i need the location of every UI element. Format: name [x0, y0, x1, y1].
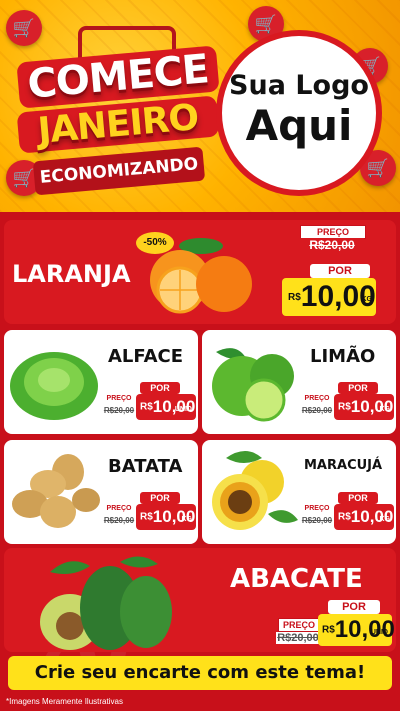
lettuce-icon	[10, 352, 98, 420]
por-label: POR	[140, 492, 180, 504]
logo-line-2: Aqui	[245, 101, 353, 150]
product-name: ABACATE	[230, 564, 363, 594]
product-card-alface: ALFACE PREÇO R$20,00 POR R$10,00 UNID	[4, 330, 198, 434]
current-price: R$10,00 KG	[136, 504, 196, 530]
old-price: R$20,00	[301, 516, 333, 525]
unit: KG	[361, 296, 373, 303]
current-price: R$10,00 UNID	[136, 394, 196, 420]
unit: KG	[181, 516, 193, 523]
product-name: MARACUJÁ	[304, 458, 383, 473]
disclaimer-text: *Imagens Meramente Ilustrativas	[6, 697, 123, 706]
call-to-action-banner[interactable]: Crie seu encarte com este tema!	[8, 656, 392, 690]
logo-placeholder: Sua Logo Aqui	[216, 30, 382, 196]
title-line-3: ECONOMIZANDO	[32, 146, 206, 196]
currency: R$	[140, 401, 153, 413]
por-label: POR	[140, 382, 180, 394]
preco-label: PREÇO	[300, 394, 334, 404]
old-price: R$20,00	[103, 406, 135, 415]
por-label: POR	[338, 382, 378, 394]
currency: R$	[288, 292, 301, 304]
preco-label: PREÇO	[300, 504, 334, 514]
product-card-maracuja: MARACUJÁ PREÇO R$20,00 POR R$10,00 KG	[202, 440, 396, 544]
product-card-laranja: LARANJA PREÇO R$20,00 POR R$10,00 KG	[4, 220, 396, 324]
old-price: R$20,00	[300, 238, 364, 252]
preco-label: PREÇO	[278, 618, 320, 632]
unit: UNID	[174, 406, 192, 413]
product-name: ALFACE	[108, 346, 184, 367]
lime-icon	[212, 348, 294, 422]
header-banner: 🛒 🛒 🛒 🛒 🛒 COMECE JANEIRO ECONOMIZANDO Su…	[0, 0, 400, 212]
unit: KG	[379, 516, 391, 523]
old-price: R$20,00	[276, 632, 320, 644]
old-price: R$20,00	[301, 406, 333, 415]
preco-label: PREÇO	[102, 504, 136, 514]
preco-label: PREÇO	[102, 394, 136, 404]
passion-fruit-icon	[212, 451, 298, 530]
product-name: LIMÃO	[310, 346, 376, 367]
currency: R$	[338, 511, 351, 523]
product-name: BATATA	[108, 456, 183, 477]
logo-line-1: Sua Logo	[229, 70, 369, 101]
preco-label: PREÇO	[300, 225, 366, 239]
product-card-limao: LIMÃO PREÇO R$20,00 POR R$10,00 KG	[202, 330, 396, 434]
old-price: R$20,00	[103, 516, 135, 525]
discount-badge: -50%	[136, 232, 174, 254]
currency: R$	[140, 511, 153, 523]
current-price: R$10,00 KG	[282, 278, 376, 316]
campaign-title: COMECE JANEIRO ECONOMIZANDO	[16, 26, 220, 196]
currency: R$	[322, 624, 335, 636]
currency: R$	[338, 401, 351, 413]
por-label: POR	[338, 492, 378, 504]
avocado-icon	[40, 556, 172, 650]
por-label: POR	[310, 264, 370, 278]
product-card-batata: BATATA PREÇO R$20,00 POR R$10,00 KG	[4, 440, 198, 544]
unit: UNID	[370, 629, 388, 636]
current-price: R$10,00 KG	[334, 504, 394, 530]
unit: KG	[379, 406, 391, 413]
potato-icon	[12, 454, 100, 528]
product-name: LARANJA	[12, 260, 131, 288]
current-price: R$10,00 UNID	[318, 614, 395, 646]
por-label: POR	[328, 600, 380, 614]
current-price: R$10,00 KG	[334, 394, 394, 420]
product-card-abacate: ABACATE PREÇO R$20,00 POR R$10,00 UNID	[4, 548, 396, 652]
